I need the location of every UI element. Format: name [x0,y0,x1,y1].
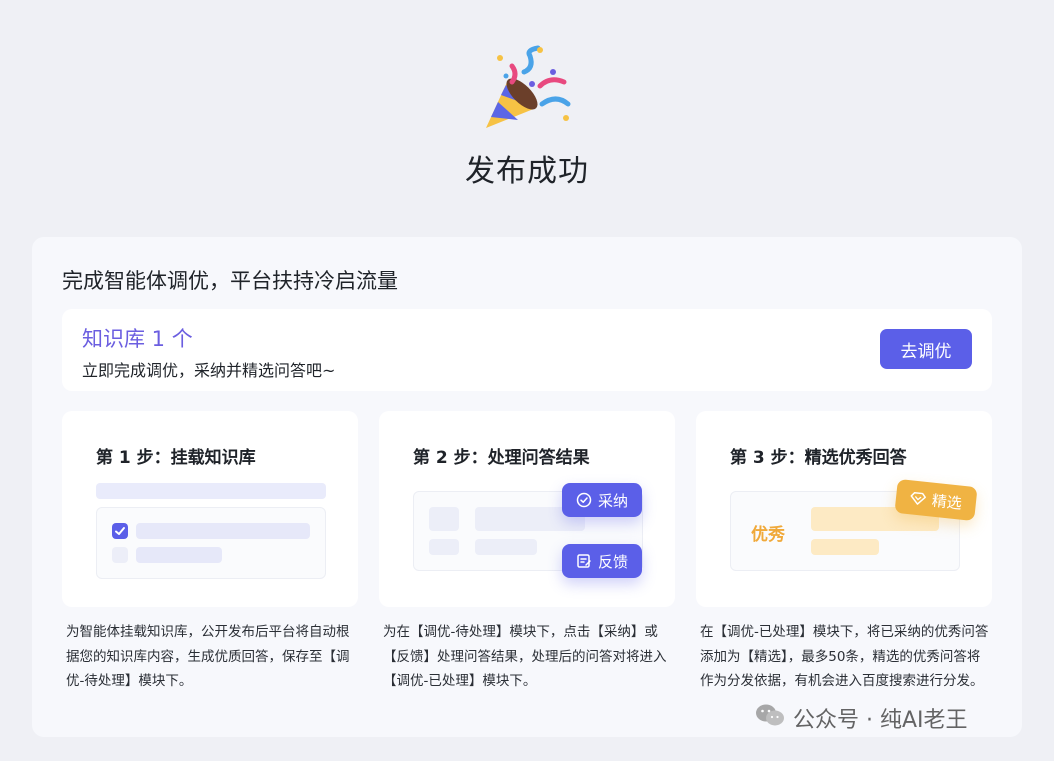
step-3-title: 第 3 步：精选优秀回答 [730,448,907,468]
step-2-title: 第 2 步：处理问答结果 [413,448,590,468]
checkbox-unchecked-icon [112,547,128,563]
publish-success-page: 发布成功 完成智能体调优，平台扶持冷启流量 知识库 1 个 立即完成调优，采纳并… [0,0,1054,761]
illustration-block [429,507,459,531]
knowledge-base-count: 知识库 1 个 [82,327,193,351]
panel-title: 完成智能体调优，平台扶持冷启流量 [62,269,398,293]
feedback-label: 反馈 [597,552,628,571]
feedback-tag: 反馈 [562,544,642,578]
step-1-card: 第 1 步：挂载知识库 [62,411,358,607]
adopt-tag: 采纳 [562,483,642,517]
adopt-label: 采纳 [597,491,628,510]
step-1-description: 为智能体挂载知识库，公开发布后平台将自动根据您的知识库内容，生成优质回答，保存至… [66,624,350,689]
step-1-title: 第 1 步：挂载知识库 [96,448,256,468]
illustration-bar [96,483,326,499]
party-popper-icon [478,42,578,138]
illustration-block [429,539,459,555]
step-2-card: 第 2 步：处理问答结果 采纳 反馈 [379,411,675,607]
illustration-bar [475,539,537,555]
step-3-description: 在【调优-已处理】模块下，将已采纳的优秀问答添加为【精选】，最多50条，精选的优… [700,624,989,689]
checkbox-checked-icon [112,523,128,539]
knowledge-base-card: 知识库 1 个 立即完成调优，采纳并精选问答吧~ 去调优 [62,309,992,391]
illustration-bar [811,539,879,555]
watermark: 公众号 · 纯AI老王 [755,702,968,734]
tuning-panel: 完成智能体调优，平台扶持冷启流量 知识库 1 个 立即完成调优，采纳并精选问答吧… [32,237,1022,737]
featured-label: 精选 [931,491,963,513]
illustration-box [96,507,326,579]
check-circle-icon [576,492,592,508]
step-3-card: 第 3 步：精选优秀回答 优秀 精选 [696,411,992,607]
knowledge-base-subtitle: 立即完成调优，采纳并精选问答吧~ [82,361,336,380]
go-tune-button[interactable]: 去调优 [880,329,972,369]
diamond-icon [909,489,927,507]
illustration-bar [136,547,222,563]
page-title: 发布成功 [465,154,589,189]
edit-note-icon [576,553,592,569]
watermark-text: 公众号 · 纯AI老王 [793,708,968,733]
step-2-description: 为在【调优-待处理】模块下，点击【采纳】或【反馈】处理问答结果，处理后的问答对将… [383,624,667,689]
excellent-label: 优秀 [751,525,785,545]
illustration-bar [136,523,310,539]
wechat-icon [755,702,785,734]
